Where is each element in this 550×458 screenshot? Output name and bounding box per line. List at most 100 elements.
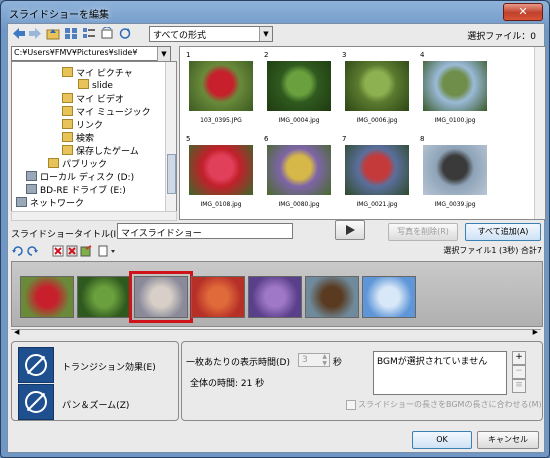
thumbnail-number: 4	[420, 51, 425, 59]
photo-thumbnail[interactable]: 2 IMG_0004.jpg	[264, 51, 334, 131]
transition-effect-icon[interactable]	[18, 347, 54, 383]
tree-scrollbar[interactable]	[165, 62, 176, 212]
folder-path-combo[interactable]: C:¥Users¥FMV¥Pictures¥slide¥ ▼	[11, 46, 171, 61]
film-selection-info: 選択ファイル1 (3秒) 合計7	[443, 246, 542, 255]
folder-tree-item[interactable]: マイ ピクチャ	[62, 66, 133, 79]
add-bgm-button[interactable]: +	[512, 351, 526, 365]
thumbnail-filename: IMG_0100.jpg	[434, 117, 476, 124]
effects-panel: トランジション効果(E) パン＆ズーム(Z)	[11, 341, 179, 421]
slideshow-title-input[interactable]: マイスライドショー	[117, 223, 293, 239]
folder-tree-item[interactable]: 保存したゲーム	[62, 144, 139, 157]
drive-icon	[16, 197, 27, 207]
folder-tree[interactable]: マイ ピクチャ slide マイ ビデオマイ ミュージック リンク検索 保存したゲームパ…	[11, 61, 177, 213]
thumbnail-filename: IMG_0006.jpg	[356, 117, 398, 124]
filmstrip-slide-selected[interactable]	[129, 271, 193, 323]
bgm-settings-button[interactable]: ≡	[512, 379, 526, 393]
photo-thumbnail[interactable]: 7 IMG_0021.jpg	[342, 135, 412, 215]
folder-icon	[62, 93, 73, 103]
photo-thumbnail[interactable]: 5 IMG_0108.jpg	[186, 135, 256, 215]
format-filter-select[interactable]: すべての形式 ▼	[149, 26, 273, 42]
remove-photo-button[interactable]: 写真を削除(R)	[388, 223, 458, 241]
per-slide-time-spinner[interactable]: 3 ▲ ▼	[298, 353, 330, 367]
drive-icon	[26, 171, 37, 181]
folder-tree-label: パブリック	[62, 160, 108, 170]
folder-tree-item[interactable]: ネットワーク	[16, 196, 84, 209]
filmstrip-slide[interactable]	[362, 276, 416, 318]
photo-thumbnail[interactable]: 1 103_0395.JPG	[186, 51, 256, 131]
edit-slideshow-dialog: スライドショーを編集 ✕ すべての形式 ▼ 選択ファイル：0 C:¥Users¥…	[0, 0, 550, 458]
fit-to-bgm-checkbox[interactable]	[346, 400, 356, 410]
filmstrip-slide[interactable]	[248, 276, 302, 318]
folder-tree-item[interactable]: マイ ミュージック	[62, 105, 151, 118]
delete-icon[interactable]	[52, 245, 64, 257]
rotate-right-icon[interactable]	[26, 245, 38, 257]
slideshow-filmstrip[interactable]	[11, 261, 543, 327]
scroll-right-icon[interactable]: ▶	[533, 328, 538, 336]
cancel-button[interactable]: キャンセル	[477, 431, 539, 449]
photo-thumbnail[interactable]: 4 IMG_0100.jpg	[420, 51, 490, 131]
folder-icon	[62, 145, 73, 155]
seconds-unit: 秒	[333, 358, 343, 368]
folder-tree-label: ローカル ディスク (D:)	[40, 173, 135, 183]
ok-button[interactable]: OK	[412, 431, 472, 449]
folder-tree-item[interactable]: 検索	[62, 131, 95, 144]
thumbnail-number: 7	[342, 135, 347, 143]
filmstrip-slide[interactable]	[20, 276, 74, 318]
filmstrip-slide[interactable]	[77, 276, 131, 318]
add-all-button[interactable]: すべて追加(A)	[465, 223, 541, 241]
folder-tree-item[interactable]: BD-RE ドライブ (E:)	[26, 183, 126, 196]
edit-photo-icon[interactable]	[80, 245, 92, 257]
photo-image	[423, 61, 487, 111]
filmstrip-scrollbar[interactable]: ◀ ▶	[11, 328, 541, 338]
delete-all-icon[interactable]	[66, 245, 78, 257]
chevron-down-icon[interactable]: ▼	[259, 27, 272, 41]
folder-tree-item[interactable]: slide	[78, 79, 113, 91]
chevron-down-icon[interactable]: ▼	[157, 47, 170, 61]
timing-bgm-panel: 一枚あたりの表示時間(D) 3 ▲ ▼ 秒 全体の時間: 21 秒 BGMが選択さ…	[181, 341, 543, 421]
spinner-arrows-icon[interactable]: ▲ ▼	[322, 353, 327, 367]
photo-image	[267, 61, 331, 111]
pan-zoom-label[interactable]: パン＆ズーム(Z)	[62, 398, 129, 411]
title-bar: スライドショーを編集 ✕	[1, 1, 549, 23]
folder-tree-label: マイ ミュージック	[76, 108, 151, 118]
transition-effect-label[interactable]: トランジション効果(E)	[62, 360, 156, 373]
folder-tree-item[interactable]: マイ ビデオ	[62, 92, 124, 105]
folder-tree-item[interactable]: リンク	[62, 118, 103, 131]
refresh-icon[interactable]	[118, 27, 132, 40]
folder-tree-item[interactable]: パブリック	[48, 157, 108, 170]
thumbnail-number: 8	[420, 135, 425, 143]
thumbnail-number: 6	[264, 135, 269, 143]
filmstrip-slide[interactable]	[305, 276, 359, 318]
rotate-icon[interactable]	[100, 27, 114, 40]
close-button[interactable]: ✕	[503, 3, 543, 21]
tree-scroll-thumb[interactable]	[167, 154, 176, 194]
per-slide-time-label: 一枚あたりの表示時間(D)	[186, 358, 290, 368]
grid-scrollbar[interactable]	[534, 47, 545, 219]
remove-bgm-button[interactable]: −	[512, 365, 526, 379]
page-menu-icon[interactable]	[98, 245, 118, 257]
pan-zoom-icon[interactable]	[18, 384, 54, 420]
photo-thumbnail-grid[interactable]: 1 103_0395.JPG 2 IMG_0004.jpg 3 IMG_0006.jpg 4…	[179, 46, 546, 220]
back-arrow-icon[interactable]	[12, 27, 26, 40]
folder-tree-label: 検索	[76, 134, 95, 144]
folder-tree-label: マイ ビデオ	[76, 95, 124, 105]
photo-thumbnail[interactable]: 8 IMG_0039.jpg	[420, 135, 490, 215]
folder-tree-item[interactable]: ローカル ディスク (D:)	[26, 170, 135, 183]
view-thumbnails-icon[interactable]	[64, 27, 78, 40]
tree-horizontal-scrollbar[interactable]	[11, 211, 177, 221]
thumbnail-number: 1	[186, 51, 191, 59]
view-details-icon[interactable]	[82, 27, 96, 40]
photo-thumbnail[interactable]: 6 IMG_0080.jpg	[264, 135, 334, 215]
up-folder-icon[interactable]	[46, 27, 60, 40]
folder-tree-label: slide	[92, 81, 113, 91]
bgm-list[interactable]: BGMが選択されていません	[373, 351, 507, 395]
photo-thumbnail[interactable]: 3 IMG_0006.jpg	[342, 51, 412, 131]
forward-arrow-icon[interactable]	[28, 27, 42, 40]
scroll-left-icon[interactable]: ◀	[14, 328, 19, 336]
play-button[interactable]	[335, 220, 365, 240]
per-slide-time-value: 3	[302, 355, 308, 365]
rotate-left-icon[interactable]	[12, 245, 24, 257]
photo-image	[189, 145, 253, 195]
drive-icon	[26, 184, 37, 194]
filmstrip-slide[interactable]	[191, 276, 245, 318]
